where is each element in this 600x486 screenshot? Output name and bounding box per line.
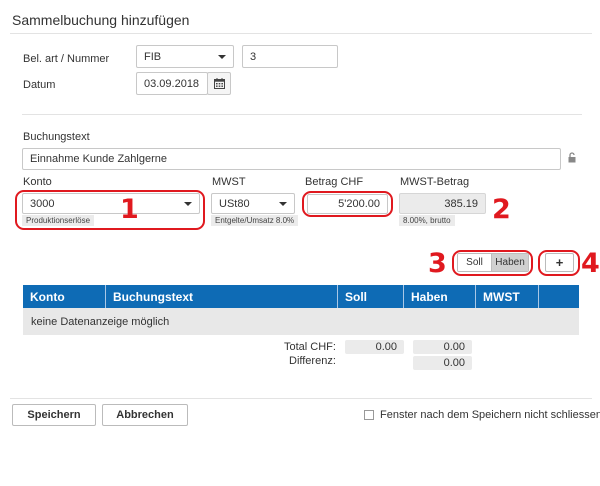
mwst-betrag-label: MWST-Betrag (400, 176, 470, 188)
mwst-select[interactable]: USt80 (211, 193, 295, 214)
beleg-type-select[interactable]: FIB (136, 45, 234, 68)
betrag-input[interactable]: 5'200.00 (307, 194, 388, 214)
plus-icon: + (555, 255, 564, 270)
total-label: Total CHF: (284, 341, 336, 353)
column-header-soll[interactable]: Soll (338, 285, 404, 308)
toggle-haben[interactable]: Haben (491, 254, 528, 271)
mwst-betrag-field: 385.19 (399, 193, 486, 214)
column-header-mwst[interactable]: MWST (476, 285, 539, 308)
total-haben-value: 0.00 (443, 341, 465, 353)
title-divider (10, 33, 592, 34)
soll-haben-toggle[interactable]: Soll Haben (457, 253, 529, 272)
beleg-label: Bel. art / Nummer (23, 53, 110, 65)
calendar-icon (213, 78, 225, 89)
annotation-number-3: 3 (428, 248, 447, 279)
cancel-button[interactable]: Abbrechen (102, 404, 188, 426)
differenz-value: 0.00 (443, 357, 465, 369)
footer-divider (10, 398, 592, 399)
chevron-down-icon (218, 54, 226, 59)
column-header-empty (539, 285, 579, 308)
keep-open-label: Fenster nach dem Speichern nicht schlies… (380, 409, 600, 421)
annotation-number-4: 4 (581, 248, 600, 279)
differenz: 0.00 (413, 356, 472, 370)
add-row-button[interactable]: + (545, 253, 574, 272)
konto-label: Konto (23, 176, 52, 188)
table-empty-text: keine Datenanzeige möglich (31, 315, 170, 328)
column-header-haben[interactable]: Haben (404, 285, 476, 308)
calendar-button[interactable] (207, 72, 231, 95)
chevron-down-icon (279, 201, 287, 206)
annotation-number-1: 1 (120, 194, 139, 225)
total-soll: 0.00 (345, 340, 404, 354)
beleg-type-value: FIB (144, 50, 162, 63)
save-button[interactable]: Speichern (12, 404, 96, 426)
chevron-down-icon (184, 201, 192, 206)
toggle-soll[interactable]: Soll (458, 254, 492, 271)
betrag-label: Betrag CHF (305, 176, 364, 188)
buchungstext-input[interactable]: Einnahme Kunde Zahlgerne (22, 148, 561, 170)
beleg-number-value: 3 (250, 50, 257, 63)
buchungstext-label: Buchungstext (23, 131, 90, 143)
datum-label: Datum (23, 79, 56, 91)
keep-open-checkbox[interactable] (364, 410, 374, 420)
table-header: Konto Buchungstext Soll Haben MWST (23, 285, 579, 308)
buchungstext-value: Einnahme Kunde Zahlgerne (30, 153, 167, 165)
total-haben: 0.00 (413, 340, 472, 354)
column-header-buchungstext[interactable]: Buchungstext (106, 285, 338, 308)
mwst-label: MWST (212, 176, 246, 188)
datum-value: 03.09.2018 (144, 77, 200, 90)
beleg-number-input[interactable]: 3 (242, 45, 338, 68)
table-empty-row: keine Datenanzeige möglich (23, 308, 579, 335)
konto-select[interactable]: 3000 (22, 193, 200, 214)
differenz-label: Differenz: (289, 355, 336, 367)
konto-hint: Produktionserlöse (22, 215, 95, 226)
column-header-konto[interactable]: Konto (23, 285, 106, 308)
mwst-value: USt80 (219, 197, 250, 210)
unlock-icon[interactable] (568, 152, 576, 163)
betrag-value: 5'200.00 (338, 198, 380, 210)
datum-input[interactable]: 03.09.2018 (136, 72, 208, 95)
section-divider (22, 114, 582, 115)
mwst-betrag-value: 385.19 (444, 197, 478, 210)
annotation-number-2: 2 (492, 194, 511, 225)
mwst-betrag-hint: 8.00%, brutto (399, 215, 455, 226)
total-soll-value: 0.00 (375, 341, 397, 353)
mwst-hint: Entgelte/Umsatz 8.0% (211, 215, 299, 226)
page-title: Sammelbuchung hinzufügen (12, 12, 190, 28)
konto-value: 3000 (30, 197, 55, 210)
